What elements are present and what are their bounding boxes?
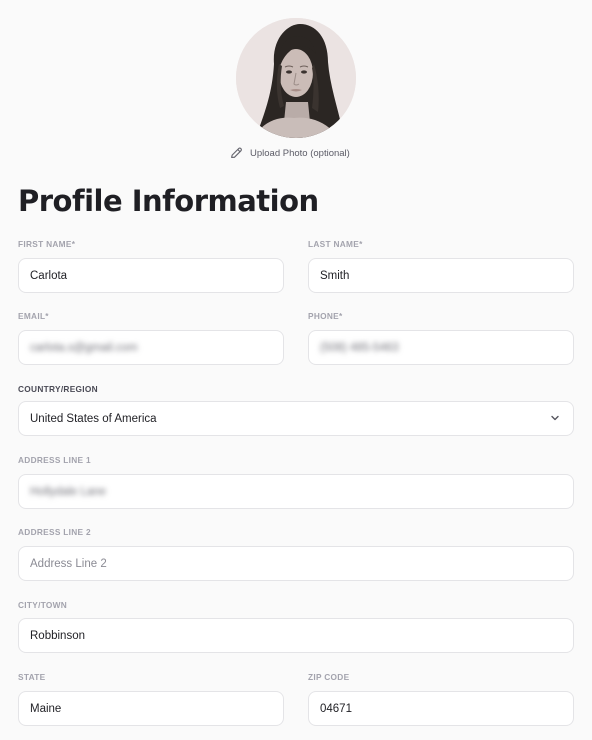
first-name-value: Carlota [30, 269, 68, 282]
city-label: CITY/TOWN [18, 600, 68, 610]
state-field[interactable]: Maine [18, 691, 284, 726]
email-value: carlota.s@gmail.com [30, 341, 138, 354]
city-field[interactable]: Robbinson [18, 618, 574, 653]
email-label: EMAIL* [18, 311, 49, 321]
zip-code-label: ZIP CODE [308, 672, 350, 682]
profile-photo [236, 18, 356, 138]
country-value: United States of America [30, 412, 157, 425]
portrait-illustration [236, 18, 356, 138]
page-title: Profile Information [18, 184, 319, 218]
pencil-icon [231, 147, 242, 158]
upload-photo-label: Upload Photo (optional) [250, 147, 350, 159]
phone-value: (508) 485-5463 [320, 341, 399, 354]
address-line-1-field[interactable]: Hollydale Lane [18, 474, 574, 509]
address-line-2-field[interactable] [18, 546, 574, 581]
last-name-field[interactable]: Smith [308, 258, 574, 293]
address-line-2-input[interactable] [30, 557, 562, 570]
chevron-down-icon [551, 415, 559, 421]
zip-code-value: 04671 [320, 702, 352, 715]
upload-photo-button[interactable]: Upload Photo (optional) [229, 145, 350, 161]
last-name-value: Smith [320, 269, 350, 282]
phone-field[interactable]: (508) 485-5463 [308, 330, 574, 365]
address-line-1-label: ADDRESS LINE 1 [18, 455, 91, 465]
address-line-2-label: ADDRESS LINE 2 [18, 527, 91, 537]
phone-label: PHONE* [308, 311, 343, 321]
first-name-field[interactable]: Carlota [18, 258, 284, 293]
avatar [236, 18, 356, 138]
last-name-label: LAST NAME* [308, 239, 363, 249]
state-label: STATE [18, 672, 46, 682]
email-field[interactable]: carlota.s@gmail.com [18, 330, 284, 365]
country-select[interactable]: United States of America [18, 401, 574, 436]
first-name-label: FIRST NAME* [18, 239, 76, 249]
state-value: Maine [30, 702, 62, 715]
city-value: Robbinson [30, 629, 85, 642]
address-line-1-value: Hollydale Lane [30, 485, 107, 498]
zip-code-field[interactable]: 04671 [308, 691, 574, 726]
country-label: COUNTRY/REGION [18, 384, 98, 394]
